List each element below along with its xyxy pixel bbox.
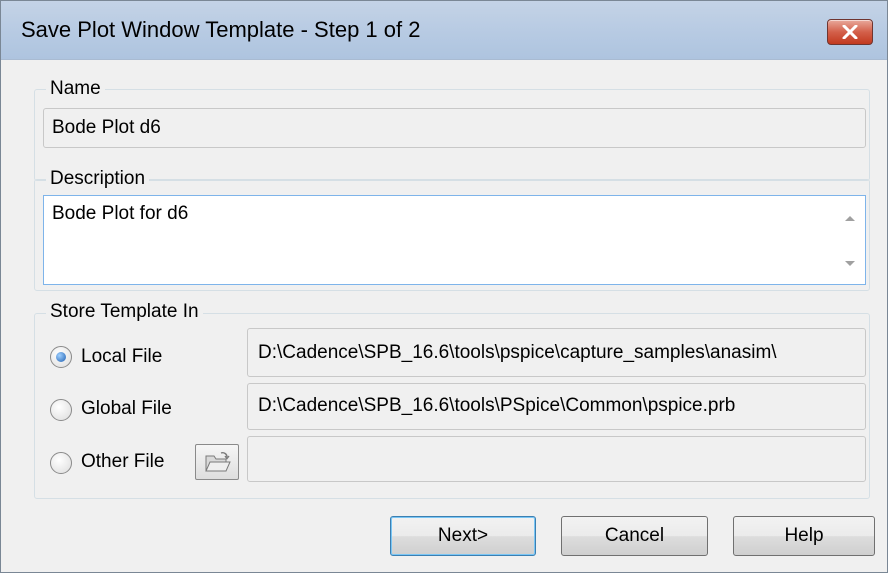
- description-scrollbar[interactable]: [835, 196, 865, 284]
- store-template-group-label: Store Template In: [46, 301, 203, 323]
- radio-selected-dot: [56, 352, 66, 362]
- next-button[interactable]: Next>: [390, 516, 536, 556]
- local-file-label[interactable]: Local File: [81, 346, 162, 368]
- name-value: Bode Plot d6: [52, 117, 161, 138]
- cancel-button[interactable]: Cancel: [561, 516, 708, 556]
- name-field: Bode Plot d6: [43, 108, 866, 148]
- help-button[interactable]: Help: [733, 516, 875, 556]
- global-file-label[interactable]: Global File: [81, 398, 172, 420]
- global-file-path-field: D:\Cadence\SPB_16.6\tools\PSpice\Common\…: [247, 383, 866, 430]
- title-bar[interactable]: Save Plot Window Template - Step 1 of 2: [1, 1, 887, 60]
- description-value: Bode Plot for d6: [52, 203, 189, 224]
- save-plot-template-dialog: Save Plot Window Template - Step 1 of 2 …: [0, 0, 888, 573]
- scroll-up-arrow-icon[interactable]: [844, 214, 856, 222]
- folder-open-icon: [205, 452, 231, 472]
- local-file-radio[interactable]: [50, 346, 72, 368]
- description-group-label: Description: [46, 168, 150, 190]
- local-file-path-field: D:\Cadence\SPB_16.6\tools\pspice\capture…: [247, 328, 866, 377]
- other-file-radio[interactable]: [50, 452, 72, 474]
- global-file-radio[interactable]: [50, 399, 72, 421]
- window-title: Save Plot Window Template - Step 1 of 2: [21, 17, 421, 42]
- local-file-path: D:\Cadence\SPB_16.6\tools\pspice\capture…: [258, 342, 777, 363]
- global-file-path: D:\Cadence\SPB_16.6\tools\PSpice\Common\…: [258, 395, 736, 416]
- other-file-path-field: [247, 436, 866, 482]
- browse-button[interactable]: [195, 444, 239, 480]
- close-icon: [842, 25, 858, 39]
- close-button[interactable]: [827, 19, 873, 45]
- other-file-label[interactable]: Other File: [81, 451, 164, 473]
- name-group-label: Name: [46, 78, 105, 100]
- scroll-down-arrow-icon[interactable]: [844, 260, 856, 268]
- description-textarea[interactable]: Bode Plot for d6: [43, 195, 866, 285]
